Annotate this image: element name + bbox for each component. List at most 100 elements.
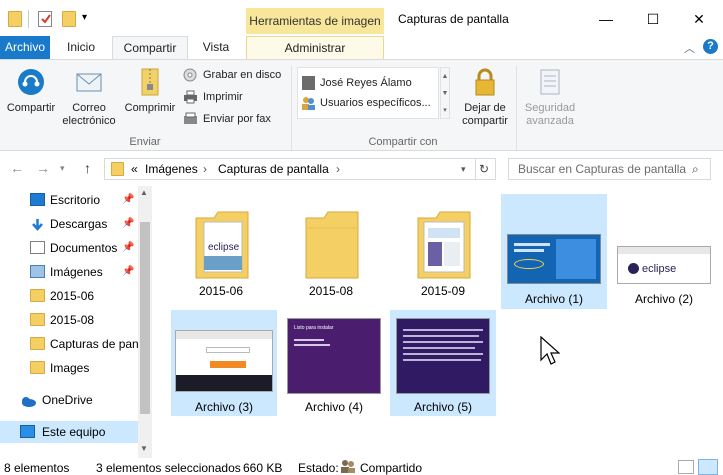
- breadcrumb-overflow[interactable]: «: [131, 162, 138, 176]
- thumb-line: [403, 359, 481, 361]
- computer-icon: [20, 425, 35, 438]
- maximize-button[interactable]: ☐: [643, 10, 663, 28]
- share-icon: [15, 66, 47, 98]
- refresh-icon[interactable]: ↻: [479, 162, 489, 176]
- mouse-cursor-icon: [540, 335, 561, 369]
- pin-icon[interactable]: 📌: [122, 237, 134, 259]
- disc-icon: [183, 68, 198, 82]
- window-title: Capturas de pantalla: [398, 12, 509, 26]
- users-icon: [340, 459, 356, 475]
- scroll-down-icon[interactable]: ▼: [140, 444, 148, 453]
- tab-home[interactable]: Inicio: [58, 36, 104, 60]
- share-user-item[interactable]: José Reyes Álamo: [302, 74, 412, 92]
- pin-icon[interactable]: 📌: [122, 261, 134, 283]
- selection-size: 660 KB: [243, 461, 283, 475]
- status-bar: 8 elementos 3 elementos seleccionados 66…: [0, 458, 723, 475]
- sidebar-item-label: Documentos: [50, 241, 118, 255]
- address-row: ← → ▾ ↑ « Imágenes › Capturas de pantall…: [0, 152, 723, 186]
- divider: [475, 159, 476, 179]
- state-label: Estado:: [298, 461, 339, 475]
- tab-file[interactable]: Archivo: [0, 36, 50, 60]
- tab-share[interactable]: Compartir: [112, 36, 188, 60]
- breadcrumb-separator-icon[interactable]: ›: [203, 162, 207, 176]
- burn-disc-button[interactable]: Grabar en disco: [183, 66, 281, 84]
- share-specific-users-item[interactable]: Usuarios específicos...: [302, 94, 431, 112]
- up-arrow-icon[interactable]: ↑: [84, 160, 91, 176]
- share-list-scroll[interactable]: ▲ ▼ ▾: [440, 67, 450, 119]
- help-icon[interactable]: ?: [703, 39, 718, 54]
- sidebar-item-2015-06[interactable]: 2015-06: [0, 285, 138, 307]
- file-item-archivo-5[interactable]: Archivo (5): [390, 310, 496, 416]
- tab-manage[interactable]: Administrar: [246, 36, 384, 60]
- email-button[interactable]: Correo electrónico: [60, 66, 118, 128]
- sidebar-item-capturas[interactable]: Capturas de pan: [0, 333, 138, 355]
- zip-icon: [134, 66, 166, 98]
- stop-sharing-line1: Dejar de: [464, 102, 506, 114]
- collapse-ribbon-icon[interactable]: ︿: [684, 40, 695, 56]
- folder-icon: [30, 313, 45, 326]
- file-item-archivo-2[interactable]: eclipse Archivo (2): [611, 194, 717, 306]
- sidebar-item-escritorio[interactable]: Escritorio 📌: [0, 189, 138, 211]
- new-folder-icon[interactable]: [62, 11, 76, 27]
- fax-button[interactable]: Enviar por fax: [183, 110, 271, 128]
- sidebar-item-images[interactable]: Images: [0, 357, 138, 379]
- security-line2: avanzada: [526, 115, 574, 127]
- share-specific-users-label: Usuarios específicos...: [320, 97, 431, 109]
- sidebar-item-descargas[interactable]: Descargas 📌: [0, 213, 138, 235]
- documents-icon: [30, 241, 45, 254]
- file-item-folder-2015-08[interactable]: 2015-08: [278, 194, 384, 300]
- zip-button[interactable]: Comprimir: [121, 66, 179, 115]
- share-button-label: Compartir: [6, 102, 56, 114]
- nav-scrollbar-thumb[interactable]: [140, 222, 150, 414]
- file-label: Archivo (3): [194, 400, 253, 414]
- minimize-button[interactable]: —: [596, 10, 616, 28]
- folder-icon: [8, 11, 22, 27]
- breadcrumb-item-capturas[interactable]: Capturas de pantalla: [218, 162, 329, 176]
- sidebar-item-documentos[interactable]: Documentos 📌: [0, 237, 138, 259]
- file-label: Archivo (5): [413, 400, 472, 414]
- share-with-list[interactable]: José Reyes Álamo Usuarios específicos...: [297, 67, 439, 119]
- sidebar-item-2015-08[interactable]: 2015-08: [0, 309, 138, 331]
- navigation-pane: Escritorio 📌 Descargas 📌 Documentos 📌 Im…: [0, 186, 152, 458]
- sidebar-item-imagenes[interactable]: Imágenes 📌: [0, 261, 138, 283]
- stop-sharing-line2: compartir: [462, 115, 508, 127]
- sidebar-item-onedrive[interactable]: OneDrive: [0, 389, 138, 411]
- breadcrumb-separator-icon[interactable]: ›: [336, 162, 340, 176]
- folder-icon: [30, 361, 45, 374]
- sidebar-item-este-equipo[interactable]: Este equipo: [0, 421, 138, 443]
- back-arrow-icon[interactable]: ←: [10, 160, 24, 176]
- close-button[interactable]: ✕: [689, 10, 709, 28]
- breadcrumb-item-imagenes[interactable]: Imágenes: [145, 162, 198, 176]
- search-input[interactable]: Buscar en Capturas de pantalla: [508, 158, 711, 180]
- address-bar[interactable]: « Imágenes › Capturas de pantalla › ▾ ↻: [104, 158, 496, 180]
- thumb-window: [556, 239, 596, 279]
- thumbnail-image: [507, 234, 601, 284]
- large-icons-view-icon[interactable]: [698, 459, 718, 475]
- pin-icon[interactable]: 📌: [122, 213, 134, 235]
- file-item-archivo-3[interactable]: Archivo (3): [171, 310, 277, 416]
- advanced-security-button[interactable]: Seguridad avanzada: [520, 66, 580, 128]
- print-button[interactable]: Imprimir: [183, 88, 243, 106]
- email-label-line1: Correo: [72, 102, 106, 114]
- security-icon: [534, 66, 566, 98]
- share-user-label: José Reyes Álamo: [320, 77, 412, 89]
- tab-view[interactable]: Vista: [194, 36, 238, 60]
- pin-icon[interactable]: 📌: [122, 189, 134, 211]
- properties-icon[interactable]: [38, 11, 52, 27]
- sidebar-item-label: Descargas: [50, 217, 108, 231]
- recent-locations-icon[interactable]: ▾: [60, 163, 65, 174]
- share-button[interactable]: Compartir: [4, 66, 58, 115]
- ribbon: Compartir Correo electrónico Comprimir G…: [0, 59, 723, 151]
- user-icon: [302, 76, 315, 90]
- quick-access-dropdown-icon[interactable]: ▾: [82, 12, 87, 23]
- thumb-button: [210, 361, 246, 368]
- details-view-icon[interactable]: [678, 460, 694, 474]
- file-item-archivo-4[interactable]: Listo para instalar Archivo (4): [281, 310, 387, 416]
- stop-sharing-button[interactable]: Dejar de compartir: [456, 66, 514, 128]
- address-dropdown-icon[interactable]: ▾: [461, 164, 466, 175]
- file-item-archivo-1[interactable]: Archivo (1): [501, 194, 607, 309]
- scroll-up-icon[interactable]: ▲: [140, 188, 148, 197]
- file-item-folder-2015-06[interactable]: eclipse 2015-06: [168, 194, 274, 300]
- forward-arrow-icon[interactable]: →: [36, 160, 50, 176]
- file-item-folder-2015-09[interactable]: 2015-09: [390, 194, 496, 300]
